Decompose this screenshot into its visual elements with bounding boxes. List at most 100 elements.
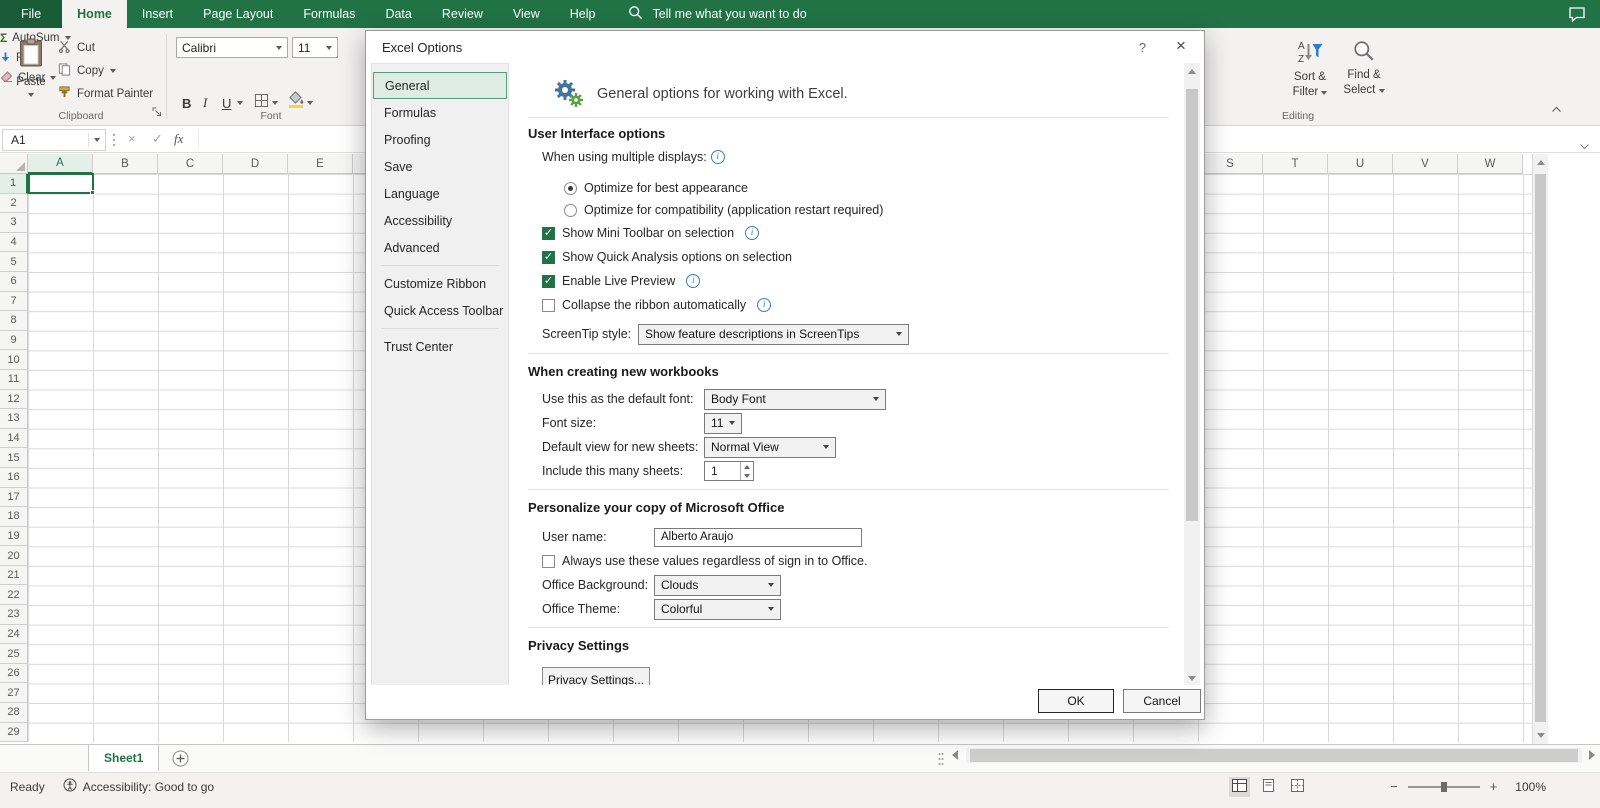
row-header-2[interactable]: 2	[0, 193, 28, 214]
radio-option-optimize-for-best-appearance[interactable]: Optimize for best appearance	[564, 177, 1186, 199]
user-name-input[interactable]	[654, 527, 862, 547]
clipboard-dialog-launcher-icon[interactable]	[152, 107, 162, 120]
row-header-27[interactable]: 27	[0, 683, 28, 704]
column-header-c[interactable]: C	[158, 154, 223, 174]
font-size-dropdown[interactable]: 11	[704, 412, 742, 434]
formula-enter-icon[interactable]: ✓	[152, 131, 163, 147]
privacy-settings-button[interactable]: Privacy Settings...	[542, 667, 650, 687]
new-sheet-icon[interactable]	[172, 750, 189, 772]
menu-tab-help[interactable]: Help	[555, 0, 611, 28]
scroll-up-icon[interactable]	[1537, 160, 1545, 165]
default-font-dropdown[interactable]: Body Font	[704, 388, 886, 410]
column-header-t[interactable]: T	[1263, 154, 1328, 174]
column-header-b[interactable]: B	[93, 154, 158, 174]
row-header-9[interactable]: 9	[0, 330, 28, 351]
dialog-nav-proofing[interactable]: Proofing	[373, 126, 507, 153]
row-header-29[interactable]: 29	[0, 722, 28, 743]
dialog-nav-quick-access-toolbar[interactable]: Quick Access Toolbar	[373, 297, 507, 324]
fill-handle[interactable]	[90, 190, 95, 195]
row-header-4[interactable]: 4	[0, 232, 28, 253]
row-header-1[interactable]: 1	[0, 174, 28, 194]
name-box[interactable]: A1	[2, 129, 106, 151]
scroll-right-icon[interactable]	[1589, 750, 1595, 760]
checkbox-option-show-quick-analysis-options-on-selection[interactable]: ✓ Show Quick Analysis options on selectio…	[542, 245, 1186, 269]
spinner-up-icon[interactable]	[741, 462, 753, 471]
menu-tab-page-layout[interactable]: Page Layout	[188, 0, 288, 28]
sort-filter-button[interactable]: AZ Sort & Filter	[1284, 34, 1336, 122]
row-header-25[interactable]: 25	[0, 644, 28, 664]
tab-split-handle-icon[interactable]	[938, 752, 944, 771]
office-background-dropdown[interactable]: Clouds	[654, 574, 781, 596]
row-header-24[interactable]: 24	[0, 624, 28, 645]
sheet-count-spinner[interactable]: 1	[704, 461, 754, 481]
row-header-28[interactable]: 28	[0, 703, 28, 723]
column-header-d[interactable]: D	[223, 154, 288, 174]
formula-bar-grip-icon[interactable]	[112, 132, 116, 153]
dialog-scroll-down-icon[interactable]	[1188, 676, 1196, 681]
row-header-19[interactable]: 19	[0, 526, 28, 547]
always-use-values-option[interactable]: Always use these values regardless of si…	[542, 549, 1186, 573]
checkbox-icon[interactable]	[542, 554, 555, 568]
tell-me-search[interactable]: Tell me what you want to do	[628, 0, 807, 28]
select-all-corner[interactable]	[0, 154, 28, 174]
scroll-down-icon[interactable]	[1537, 733, 1545, 738]
row-header-26[interactable]: 26	[0, 663, 28, 684]
dialog-nav-general[interactable]: General	[373, 72, 507, 99]
zoom-slider-thumb[interactable]	[1440, 781, 1447, 792]
formula-cancel-icon[interactable]: ×	[128, 131, 136, 146]
row-header-10[interactable]: 10	[0, 350, 28, 370]
dialog-nav-advanced[interactable]: Advanced	[373, 234, 507, 261]
menu-tab-review[interactable]: Review	[427, 0, 498, 28]
info-icon[interactable]: i	[686, 274, 701, 288]
radio-icon[interactable]	[564, 181, 577, 195]
menu-tab-formulas[interactable]: Formulas	[288, 0, 370, 28]
checkbox-icon[interactable]: ✓	[542, 250, 555, 264]
info-icon[interactable]: i	[757, 298, 772, 312]
office-theme-dropdown[interactable]: Colorful	[654, 598, 781, 620]
row-header-8[interactable]: 8	[0, 311, 28, 331]
zoom-level[interactable]: 100%	[1515, 780, 1546, 794]
horizontal-scroll-thumb[interactable]	[970, 749, 1578, 762]
menu-tab-home[interactable]: Home	[62, 0, 127, 28]
screentip-style-dropdown[interactable]: Show feature descriptions in ScreenTips	[638, 323, 909, 345]
row-header-17[interactable]: 17	[0, 487, 28, 508]
checkbox-option-show-mini-toolbar-on-selection[interactable]: ✓ Show Mini Toolbar on selection i	[542, 221, 1186, 245]
default-view-dropdown[interactable]: Normal View	[704, 436, 836, 458]
italic-button[interactable]: I	[203, 91, 207, 111]
menu-tab-insert[interactable]: Insert	[127, 0, 188, 28]
normal-view-icon[interactable]	[1229, 776, 1251, 797]
column-header-u[interactable]: U	[1328, 154, 1393, 174]
borders-icon[interactable]	[254, 93, 269, 111]
column-header-a[interactable]: A	[28, 154, 93, 174]
row-header-13[interactable]: 13	[0, 409, 28, 429]
page-layout-view-icon[interactable]	[1258, 777, 1279, 797]
dialog-scroll-thumb[interactable]	[1186, 89, 1198, 521]
row-header-21[interactable]: 21	[0, 565, 28, 586]
underline-button[interactable]: U	[222, 91, 231, 111]
checkbox-icon[interactable]: ✓	[542, 226, 555, 240]
comments-icon[interactable]	[1568, 6, 1586, 28]
zoom-in-button[interactable]: +	[1490, 779, 1498, 794]
dialog-help-button[interactable]: ?	[1139, 40, 1146, 55]
info-icon[interactable]: i	[745, 226, 760, 240]
checkbox-icon[interactable]: ✓	[542, 274, 555, 288]
page-break-view-icon[interactable]	[1287, 777, 1308, 797]
radio-icon[interactable]	[564, 203, 577, 217]
row-header-3[interactable]: 3	[0, 213, 28, 233]
row-header-12[interactable]: 12	[0, 389, 28, 410]
row-header-22[interactable]: 22	[0, 585, 28, 606]
dialog-nav-formulas[interactable]: Formulas	[373, 99, 507, 126]
row-header-15[interactable]: 15	[0, 448, 28, 468]
horizontal-scrollbar[interactable]	[952, 748, 1600, 768]
row-header-23[interactable]: 23	[0, 605, 28, 625]
column-header-w[interactable]: W	[1458, 154, 1523, 174]
find-select-button[interactable]: Find & Select	[1338, 34, 1390, 122]
font-size-combo[interactable]: 11	[292, 37, 338, 58]
fill-color-icon[interactable]	[288, 91, 304, 111]
radio-option-optimize-for-compatibility-application-restart-required[interactable]: Optimize for compatibility (application …	[564, 199, 1186, 221]
copy-button[interactable]: Copy	[58, 61, 116, 81]
dialog-nav-customize-ribbon[interactable]: Customize Ribbon	[373, 270, 507, 297]
row-header-18[interactable]: 18	[0, 507, 28, 527]
column-header-e[interactable]: E	[288, 154, 353, 174]
cut-button[interactable]: Cut	[58, 38, 95, 58]
